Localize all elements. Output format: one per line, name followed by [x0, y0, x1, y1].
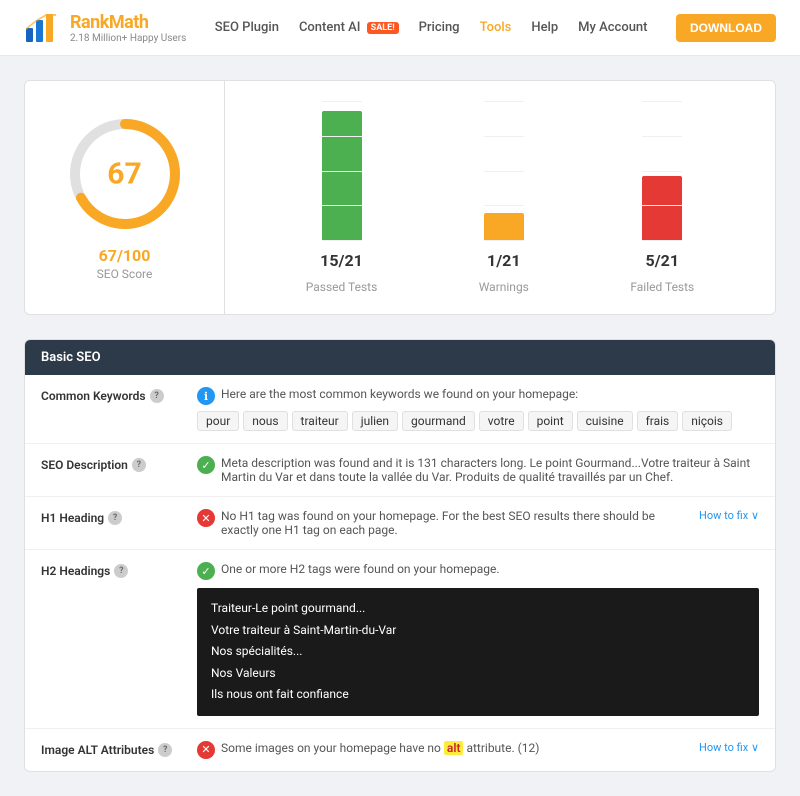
nav-my-account[interactable]: My Account [578, 20, 647, 35]
nav-seo-plugin[interactable]: SEO Plugin [215, 20, 279, 35]
keyword-frais: frais [637, 411, 679, 431]
image-alt-label: Image ALT Attributes ? [41, 741, 181, 757]
warnings-value: 1/21 [487, 251, 520, 270]
common-keywords-label: Common Keywords ? [41, 387, 181, 403]
h1-heading-label: H1 Heading ? [41, 509, 181, 525]
image-alt-help-icon[interactable]: ? [158, 743, 172, 757]
h2-item-4: Nos Valeurs [211, 663, 745, 685]
seo-description-row: SEO Description ? ✓ Meta description was… [25, 444, 775, 497]
common-keywords-row: Common Keywords ? ℹ Here are the most co… [25, 375, 775, 444]
seo-description-label: SEO Description ? [41, 456, 181, 472]
keyword-nous: nous [243, 411, 287, 431]
h1-how-to-fix[interactable]: How to fix ∨ [699, 509, 759, 522]
failed-tests-bar: 5/21 Failed Tests [630, 101, 694, 294]
error-icon-alt: ✕ [197, 741, 215, 759]
score-number: 67 [107, 157, 141, 192]
keyword-traiteur: traiteur [292, 411, 348, 431]
keyword-votre: votre [479, 411, 524, 431]
sale-badge: SALE! [367, 22, 399, 34]
logo-area: RankMath 2.18 Million+ Happy Users [24, 10, 186, 46]
seo-description-content: ✓ Meta description was found and it is 1… [197, 456, 759, 484]
nav-tools[interactable]: Tools [480, 20, 512, 35]
h1-heading-help-icon[interactable]: ? [108, 511, 122, 525]
logo-tagline: 2.18 Million+ Happy Users [70, 33, 186, 44]
basic-seo-section: Basic SEO Common Keywords ? ℹ Here are t… [24, 339, 776, 772]
alt-highlight-text: alt [444, 741, 464, 755]
bar-chart-section: 15/21 Passed Tests 1/21 Warnings [225, 81, 775, 314]
h2-list: Traiteur-Le point gourmand... Votre trai… [197, 588, 759, 716]
alt-message-before: Some images on your homepage have no [221, 741, 441, 755]
keyword-point: point [528, 411, 573, 431]
download-button[interactable]: DOWNLOAD [676, 14, 776, 42]
image-alt-content: ✕ Some images on your homepage have no a… [197, 741, 759, 759]
nav-help[interactable]: Help [531, 20, 558, 35]
keyword-nicois: niçois [682, 411, 732, 431]
warnings-label: Warnings [479, 280, 529, 294]
logo-icon [24, 10, 60, 46]
main-nav: SEO Plugin Content AI SALE! Pricing Tool… [215, 20, 648, 35]
keyword-cuisine: cuisine [577, 411, 633, 431]
nav-pricing[interactable]: Pricing [419, 20, 460, 35]
h2-headings-label: H2 Headings ? [41, 562, 181, 578]
score-label: SEO Score [97, 267, 153, 281]
common-keywords-content: ℹ Here are the most common keywords we f… [197, 387, 759, 431]
passed-value: 15/21 [320, 251, 363, 270]
success-icon-h2: ✓ [197, 562, 215, 580]
keywords-container: pour nous traiteur julien gourmand votre… [197, 411, 759, 431]
warnings-bar-fill [484, 213, 524, 241]
keyword-pour: pour [197, 411, 239, 431]
logo-text: RankMath 2.18 Million+ Happy Users [70, 12, 186, 44]
alt-message-after: attribute. (12) [466, 741, 539, 755]
common-keywords-help-icon[interactable]: ? [150, 389, 164, 403]
h1-heading-row: H1 Heading ? ✕ No H1 tag was found on yo… [25, 497, 775, 550]
error-icon-h1: ✕ [197, 509, 215, 527]
seo-score-card: 67 67/100 SEO Score [25, 81, 225, 314]
header: RankMath 2.18 Million+ Happy Users SEO P… [0, 0, 800, 56]
keyword-gourmand: gourmand [402, 411, 475, 431]
h2-headings-content: ✓ One or more H2 tags were found on your… [197, 562, 759, 716]
failed-label: Failed Tests [630, 280, 694, 294]
h2-headings-help-icon[interactable]: ? [114, 564, 128, 578]
donut-chart: 67 [65, 114, 185, 234]
score-section: 67 67/100 SEO Score 15/21 [24, 80, 776, 315]
info-icon: ℹ [197, 387, 215, 405]
main-content: 67 67/100 SEO Score 15/21 [0, 56, 800, 796]
warnings-bar: 1/21 Warnings [479, 101, 529, 294]
h2-item-3: Nos spécialités... [211, 641, 745, 663]
nav-content-ai[interactable]: Content AI SALE! [299, 20, 399, 35]
seo-description-help-icon[interactable]: ? [132, 458, 146, 472]
failed-value: 5/21 [646, 251, 679, 270]
success-icon-desc: ✓ [197, 456, 215, 474]
passed-tests-bar: 15/21 Passed Tests [306, 101, 378, 294]
logo-name: RankMath [70, 12, 186, 33]
failed-bar-fill [642, 176, 682, 241]
h2-item-5: Ils nous ont fait confiance [211, 684, 745, 706]
basic-seo-header: Basic SEO [25, 340, 775, 375]
alt-how-to-fix[interactable]: How to fix ∨ [699, 741, 759, 754]
passed-bar [322, 111, 362, 241]
keyword-julien: julien [352, 411, 398, 431]
passed-label: Passed Tests [306, 280, 378, 294]
h1-heading-content: ✕ No H1 tag was found on your homepage. … [197, 509, 759, 537]
h2-item-2: Votre traiteur à Saint-Martin-du-Var [211, 620, 745, 642]
h2-headings-row: H2 Headings ? ✓ One or more H2 tags were… [25, 550, 775, 729]
image-alt-row: Image ALT Attributes ? ✕ Some images on … [25, 729, 775, 771]
score-fraction: 67/100 [99, 246, 151, 265]
h2-item-1: Traiteur-Le point gourmand... [211, 598, 745, 620]
